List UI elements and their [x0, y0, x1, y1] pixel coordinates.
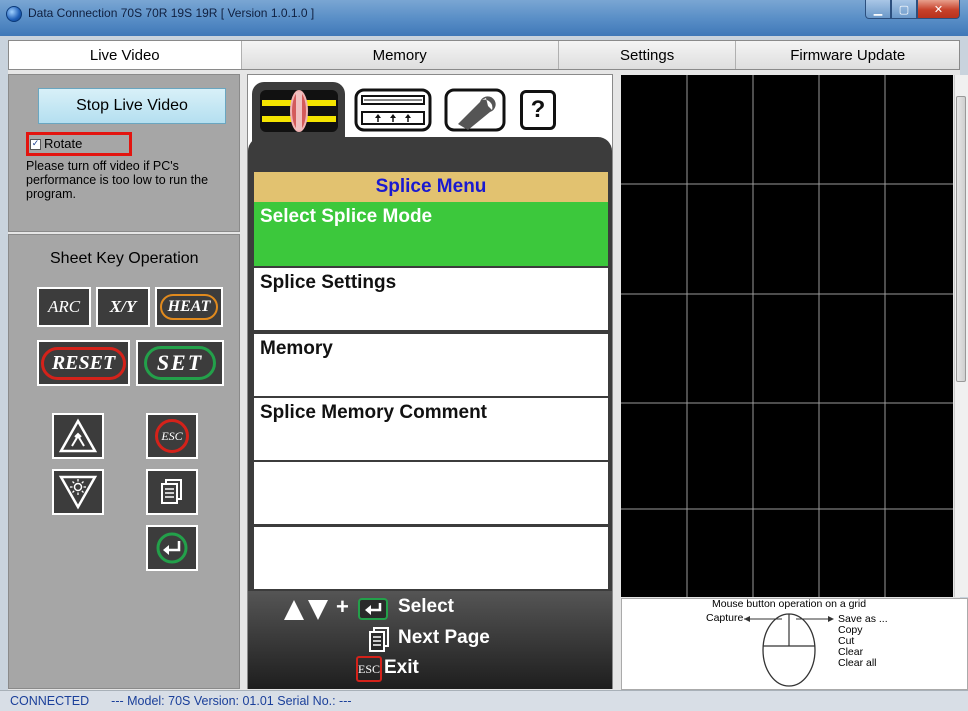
menu-item-empty[interactable]: [254, 462, 608, 526]
app-icon: [6, 6, 22, 22]
up-down-arrows-icon: [284, 600, 328, 620]
tab-bar: Live Video Memory Settings Firmware Upda…: [8, 40, 960, 70]
motor-arrow-icon: [58, 418, 98, 453]
set-key-label: SET: [143, 346, 217, 380]
plus-sign: +: [336, 594, 349, 619]
splice-tab[interactable]: [252, 82, 345, 170]
window-controls: ▁ ▢ ✕: [865, 0, 960, 20]
menu-item-select-splice-mode[interactable]: Select Splice Mode: [254, 202, 608, 268]
help-tab[interactable]: ?: [517, 82, 559, 138]
menu-item-splice-memory-comment[interactable]: Splice Memory Comment: [254, 398, 608, 462]
set-key[interactable]: SET: [136, 340, 224, 386]
window-title: Data Connection 70S 70R 19S 19R [ Versio…: [28, 6, 315, 20]
reset-key-label: RESET: [40, 346, 127, 380]
menu-item-empty[interactable]: [254, 527, 608, 591]
minimize-icon[interactable]: ▁: [865, 0, 891, 19]
heater-tab[interactable]: [353, 82, 433, 138]
xy-key[interactable]: X/Y: [96, 287, 150, 327]
tab-settings[interactable]: Settings: [558, 41, 737, 69]
splice-icon: [259, 90, 338, 132]
mouse-left-action: Capture: [706, 612, 744, 624]
maximize-icon[interactable]: ▢: [891, 0, 917, 19]
next-page-key[interactable]: [146, 469, 198, 515]
status-bar: CONNECTED --- Model: 70S Version: 01.01 …: [0, 690, 968, 711]
video-grid[interactable]: [621, 75, 953, 597]
heat-key-label: HEAT: [159, 294, 219, 320]
enter-key[interactable]: [146, 525, 198, 571]
help-icon: ?: [520, 90, 556, 130]
close-icon[interactable]: ✕: [917, 0, 960, 19]
help-exit-label: Exit: [384, 657, 419, 678]
enter-icon: [156, 532, 188, 564]
menu-item-memory[interactable]: Memory: [254, 334, 608, 398]
heater-icon: [354, 88, 432, 132]
tab-memory[interactable]: Memory: [241, 41, 559, 69]
rotate-label[interactable]: Rotate: [44, 136, 82, 151]
enter-icon: [358, 598, 388, 620]
mouse-help-title: Mouse button operation on a grid: [712, 598, 867, 610]
esc-icon: ESC: [356, 656, 382, 682]
device-details: --- Model: 70S Version: 01.01 Serial No.…: [111, 694, 352, 708]
reset-key[interactable]: RESET: [37, 340, 130, 386]
splice-menu-header: Splice Menu: [254, 172, 608, 202]
tab-live-video[interactable]: Live Video: [9, 41, 242, 69]
heat-key[interactable]: HEAT: [155, 287, 223, 327]
brightness-key[interactable]: [52, 469, 104, 515]
arrow-key[interactable]: [52, 413, 104, 459]
esc-key[interactable]: ESC: [146, 413, 198, 459]
scrollbar-thumb[interactable]: [956, 96, 966, 382]
sheet-key-title: Sheet Key Operation: [50, 250, 199, 267]
arc-key[interactable]: ARC: [37, 287, 91, 327]
menu-item-splice-settings[interactable]: Splice Settings: [254, 268, 608, 332]
connection-status: CONNECTED: [10, 694, 90, 708]
page-icon: [369, 627, 389, 652]
stop-live-video-button[interactable]: Stop Live Video: [38, 88, 226, 124]
settings-tab[interactable]: [442, 82, 508, 138]
help-next-page-label: Next Page: [398, 627, 490, 648]
mouse-right-clear-all: Clear all: [838, 657, 877, 669]
rotate-checkbox[interactable]: ✓: [30, 139, 41, 150]
mouse-icon: [744, 613, 834, 687]
page-icon: [161, 479, 182, 504]
brightness-icon: [58, 475, 98, 510]
esc-key-label: ESC: [155, 419, 189, 453]
performance-warning: Please turn off video if PC's performanc…: [26, 159, 209, 201]
live-video-view[interactable]: [621, 75, 953, 597]
help-select-label: Select: [398, 596, 454, 617]
tab-firmware-update[interactable]: Firmware Update: [736, 41, 959, 69]
title-bar: Data Connection 70S 70R 19S 19R [ Versio…: [0, 0, 968, 36]
wrench-icon: [444, 88, 506, 132]
